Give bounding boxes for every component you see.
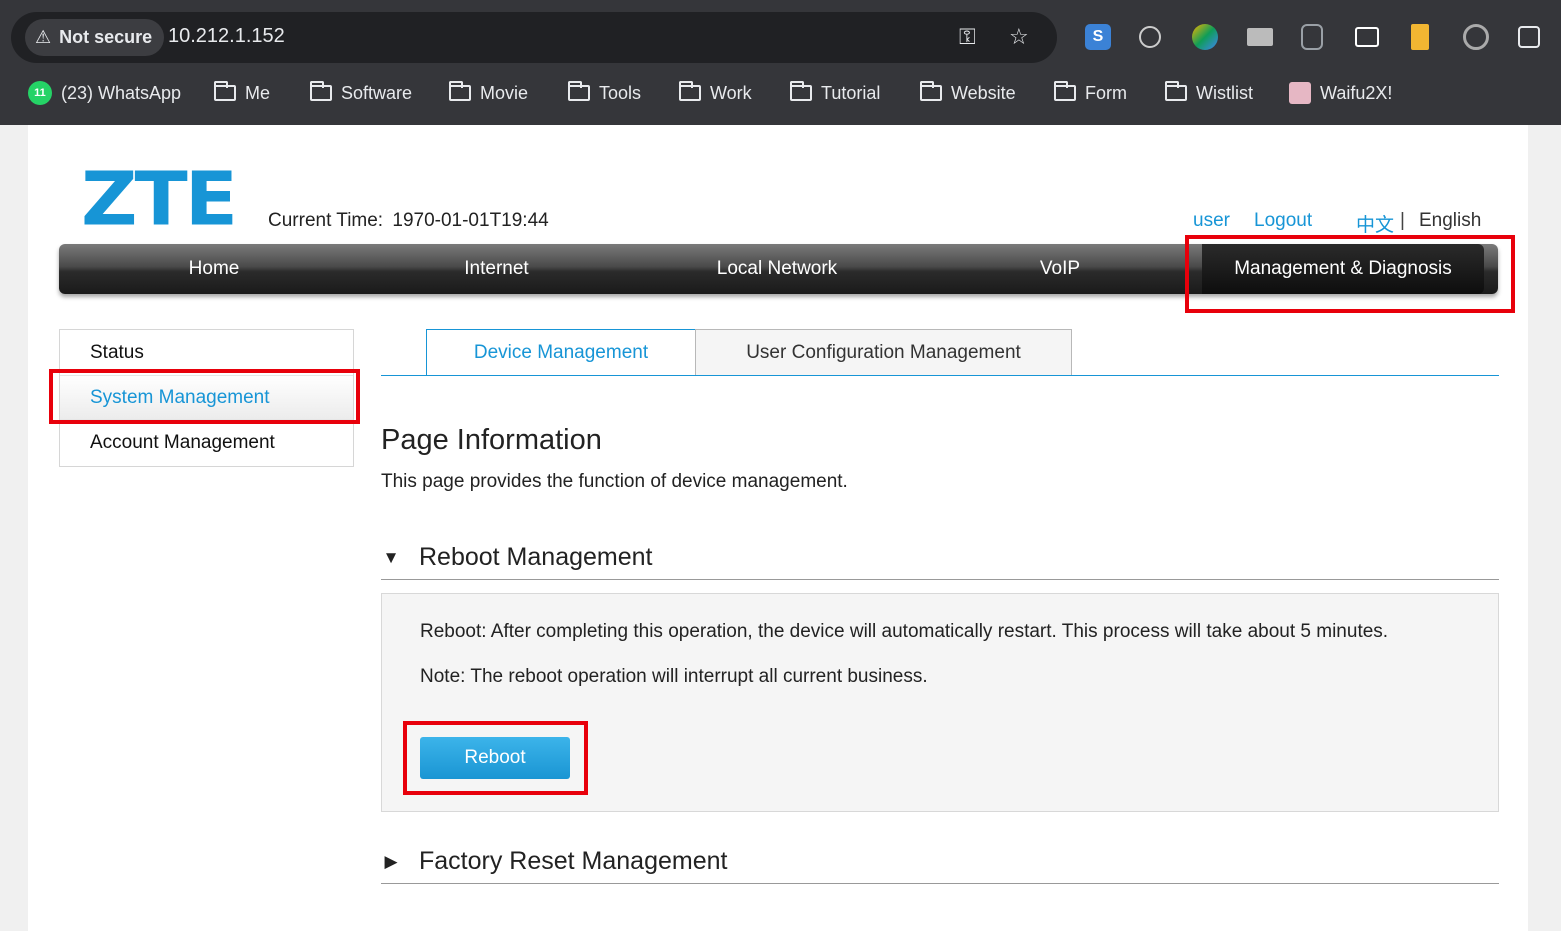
bookmark-waifu2x[interactable]: Waifu2X!	[1289, 80, 1392, 106]
highlight-box-nav	[1185, 235, 1515, 313]
security-label: Not secure	[59, 27, 153, 47]
star-icon[interactable]: ☆	[1009, 25, 1029, 49]
folder-icon	[214, 81, 236, 101]
factory-reset-section-header[interactable]: ▶ Factory Reset Management	[381, 840, 1499, 884]
lang-english-link[interactable]: English	[1419, 210, 1481, 232]
folder-icon	[920, 81, 942, 101]
lock-icon[interactable]	[1301, 24, 1323, 50]
lang-separator: |	[1400, 210, 1405, 231]
spiral-icon[interactable]	[1463, 24, 1489, 50]
folder-icon	[568, 81, 590, 101]
key-icon[interactable]: ⚿	[959, 25, 976, 49]
window-icon[interactable]	[1247, 28, 1273, 46]
clipboard-icon[interactable]	[1411, 24, 1429, 50]
nav-internet[interactable]: Internet	[369, 244, 624, 294]
browser-toolbar: ⚠ Not secure 10.212.1.152 ⚿ ☆ S 11 (23) …	[0, 0, 1561, 125]
folder-icon	[449, 81, 471, 101]
logout-link[interactable]: Logout	[1254, 210, 1312, 232]
bookmark-folder-me[interactable]: Me	[214, 80, 270, 106]
security-chip[interactable]: ⚠ Not secure	[25, 19, 165, 56]
highlight-box-reboot	[403, 721, 588, 795]
page-title: Page Information	[381, 424, 602, 456]
triangle-right-icon: ▶	[384, 851, 398, 871]
highlight-box-sidebar	[49, 369, 360, 424]
reboot-info-text: Reboot: After completing this operation,…	[420, 621, 1389, 642]
folder-icon	[1165, 81, 1187, 101]
bookmark-folder-website[interactable]: Website	[920, 80, 1016, 106]
page-description: This page provides the function of devic…	[381, 471, 848, 492]
waifu-icon	[1289, 82, 1311, 104]
tab-user-configuration-management[interactable]: User Configuration Management	[695, 329, 1072, 376]
nav-voip[interactable]: VoIP	[930, 244, 1190, 294]
link-icon[interactable]	[1139, 26, 1161, 48]
lang-chinese-link[interactable]: 中文	[1356, 210, 1394, 237]
bookmark-folder-tools[interactable]: Tools	[568, 80, 641, 106]
bookmark-folder-software[interactable]: Software	[310, 80, 412, 106]
bookmark-folder-form[interactable]: Form	[1054, 80, 1127, 106]
zte-logo: ZTE	[81, 157, 238, 243]
bookmark-whatsapp[interactable]: 11 (23) WhatsApp	[28, 80, 181, 106]
triangle-down-icon: ▼	[382, 547, 400, 567]
reboot-note-text: Note: The reboot operation will interrup…	[420, 666, 928, 687]
tab-underline	[381, 375, 1499, 376]
whatsapp-icon: 11	[28, 81, 52, 105]
user-link[interactable]: user	[1193, 210, 1230, 232]
warning-icon: ⚠	[35, 27, 52, 47]
bookmark-folder-tutorial[interactable]: Tutorial	[790, 80, 880, 106]
reboot-section-header[interactable]: ▼ Reboot Management	[381, 536, 1499, 580]
puzzle-icon[interactable]	[1518, 26, 1540, 48]
color-icon[interactable]	[1192, 24, 1218, 50]
bookmark-folder-movie[interactable]: Movie	[449, 80, 528, 106]
screen-icon[interactable]	[1355, 27, 1379, 47]
nav-home[interactable]: Home	[59, 244, 369, 294]
folder-icon	[790, 81, 812, 101]
current-time: Current Time: 1970-01-01T19:44	[268, 210, 549, 231]
folder-icon	[679, 81, 701, 101]
tab-device-management[interactable]: Device Management	[426, 329, 696, 376]
nav-local-network[interactable]: Local Network	[624, 244, 930, 294]
folder-icon	[310, 81, 332, 101]
folder-icon	[1054, 81, 1076, 101]
bookmark-folder-work[interactable]: Work	[679, 80, 752, 106]
url-text[interactable]: 10.212.1.152	[168, 25, 285, 48]
bookmark-folder-wistlist[interactable]: Wistlist	[1165, 80, 1253, 106]
s-icon[interactable]: S	[1085, 24, 1111, 50]
address-bar[interactable]: ⚠ Not secure 10.212.1.152 ⚿ ☆	[11, 12, 1057, 63]
side-item-account-management[interactable]: Account Management	[60, 420, 353, 465]
